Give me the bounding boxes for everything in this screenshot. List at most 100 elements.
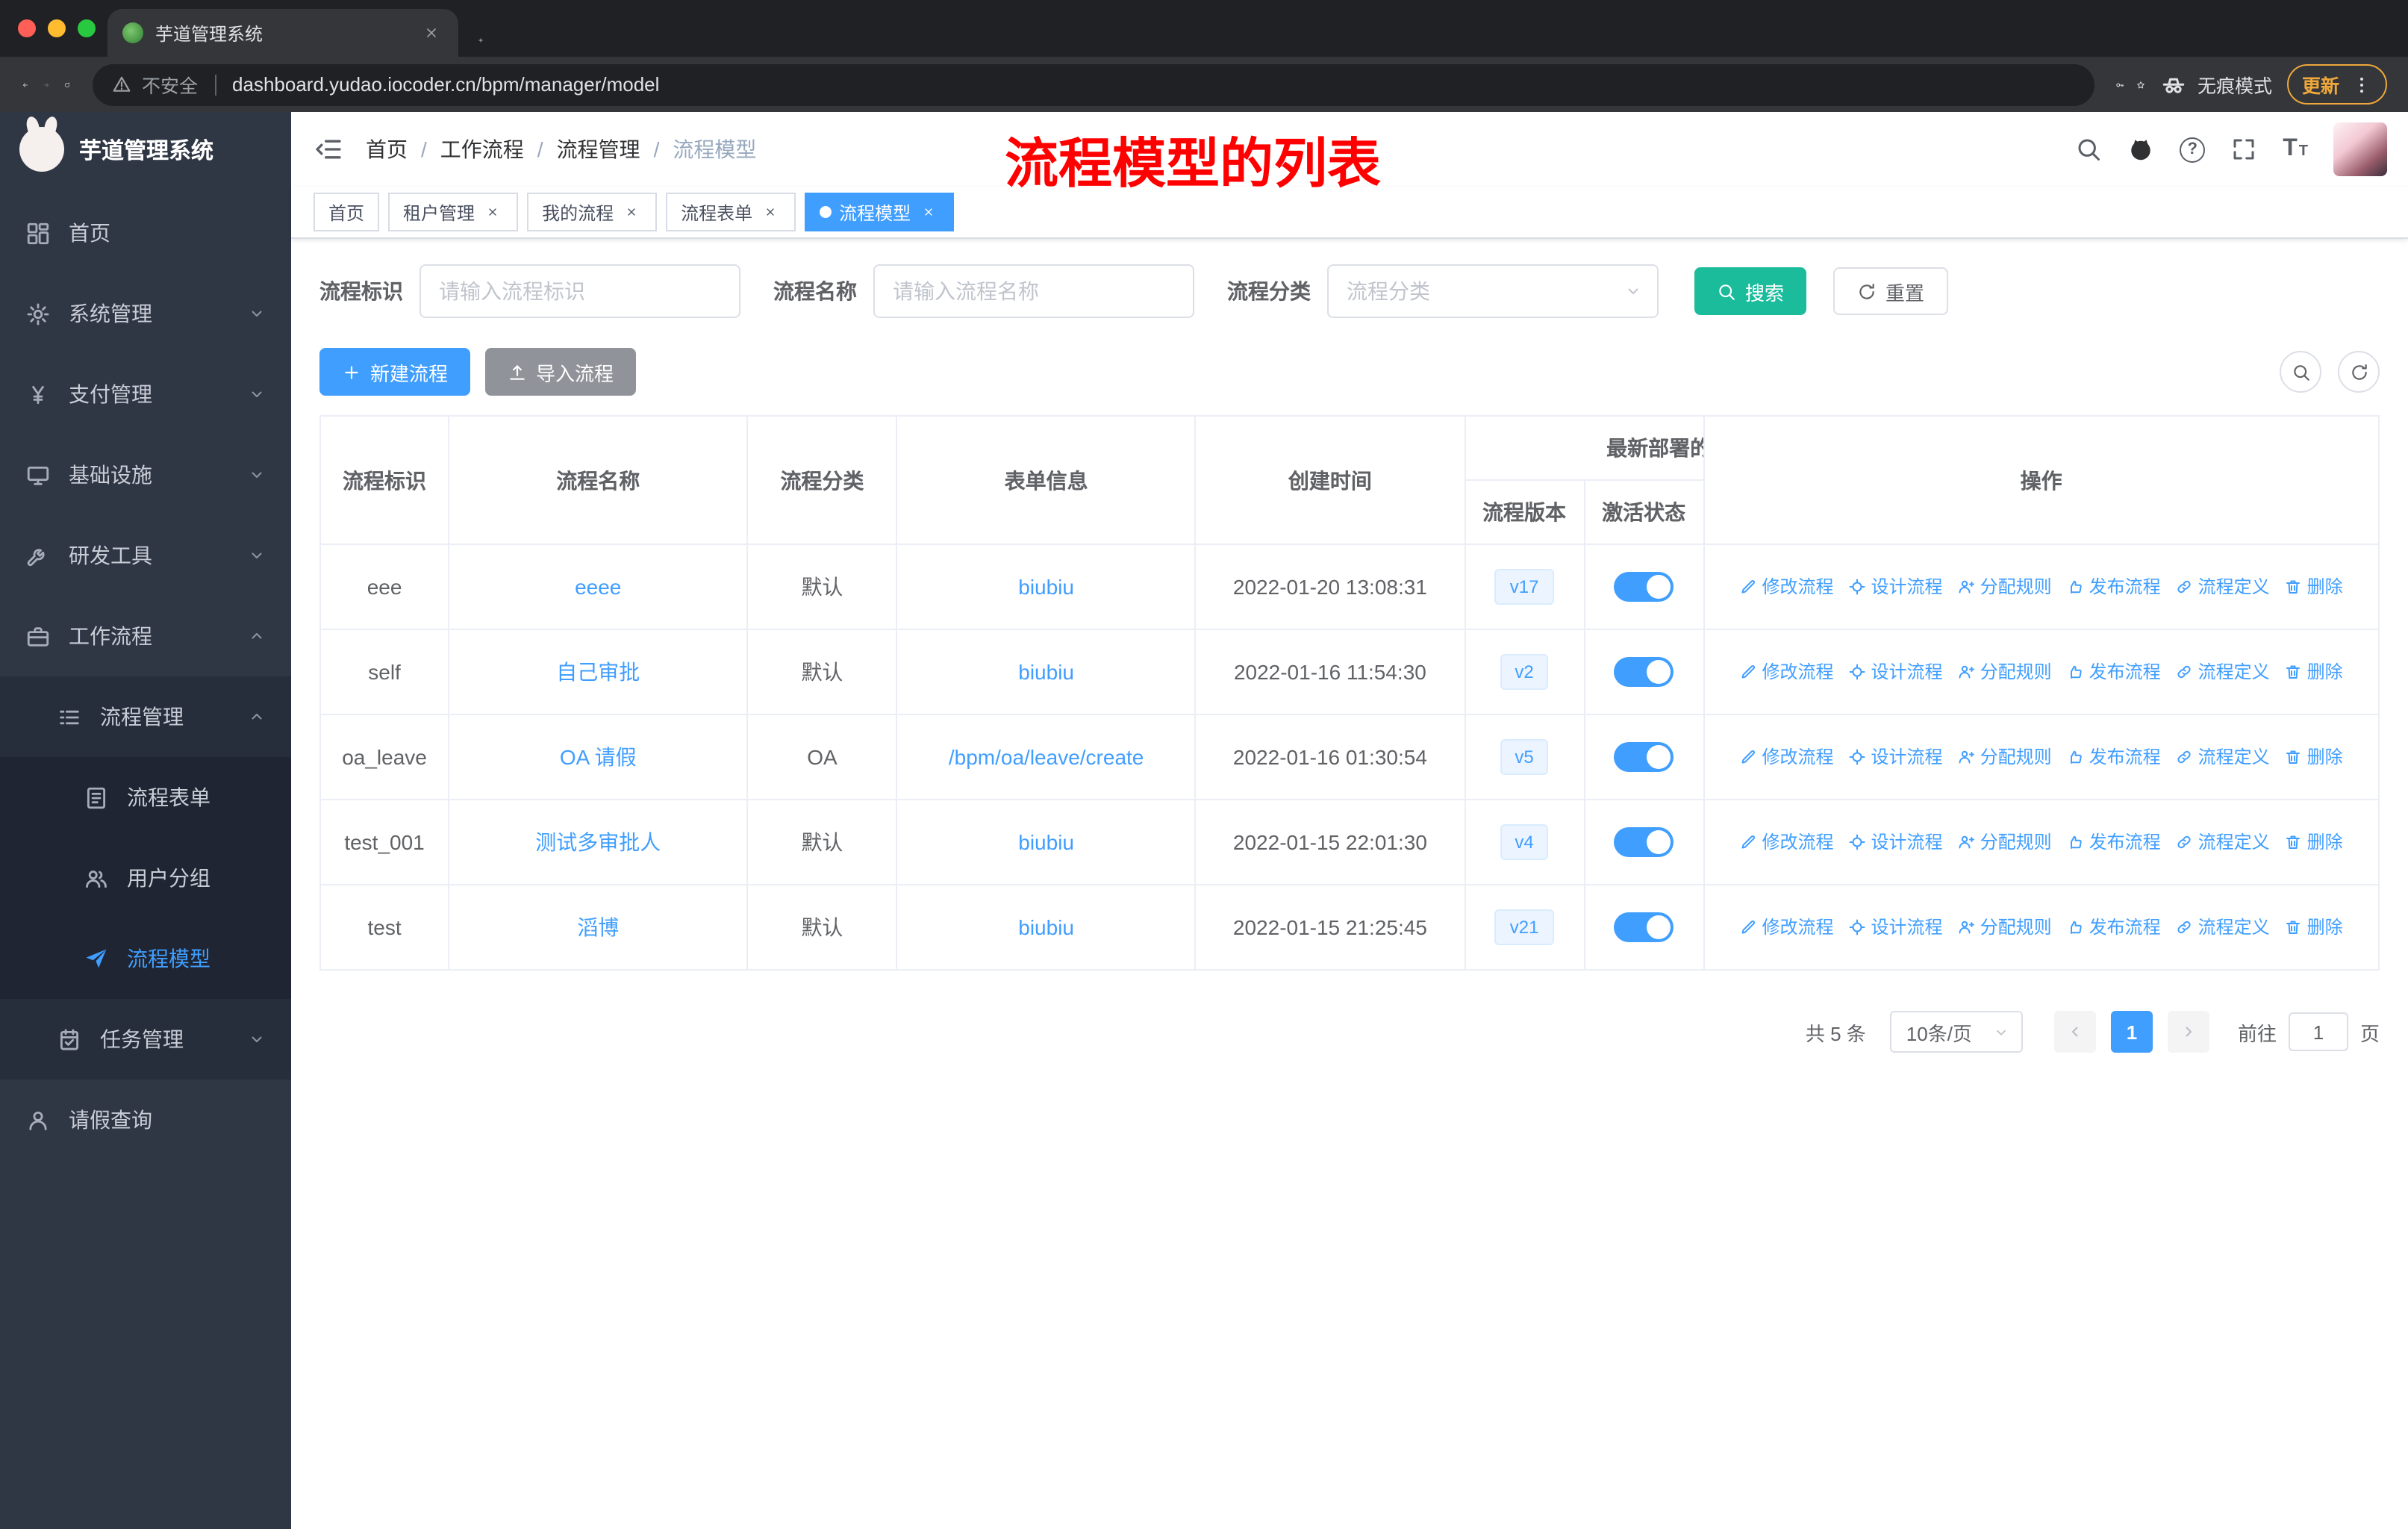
- tag-tenant-management[interactable]: 租户管理: [388, 193, 519, 231]
- process-name-link[interactable]: 自己审批: [556, 660, 640, 684]
- sidebar-item-process-model[interactable]: 流程模型: [0, 918, 291, 999]
- close-icon[interactable]: [760, 202, 781, 222]
- process-definition-action[interactable]: 流程定义: [2176, 574, 2270, 600]
- user-avatar[interactable]: [2333, 122, 2387, 176]
- assign-rule-action[interactable]: 分配规则: [1958, 659, 2052, 685]
- design-process-action[interactable]: 设计流程: [1849, 574, 1943, 600]
- close-icon[interactable]: [918, 202, 939, 222]
- window-close-button[interactable]: [18, 19, 36, 37]
- delete-action[interactable]: 删除: [2285, 574, 2343, 600]
- process-name-input[interactable]: [873, 264, 1194, 318]
- page-size-select[interactable]: 10条/页: [1889, 1011, 2023, 1053]
- active-status-toggle[interactable]: [1614, 912, 1674, 942]
- form-info-link[interactable]: /bpm/oa/leave/create: [949, 745, 1144, 769]
- key-icon[interactable]: [2109, 74, 2130, 95]
- modify-process-action[interactable]: 修改流程: [1740, 915, 1834, 940]
- sidebar-item-user-group[interactable]: 用户分组: [0, 838, 291, 918]
- design-process-action[interactable]: 设计流程: [1849, 829, 1943, 855]
- design-process-action[interactable]: 设计流程: [1849, 744, 1943, 770]
- delete-action[interactable]: 删除: [2285, 829, 2343, 855]
- design-process-action[interactable]: 设计流程: [1849, 659, 1943, 685]
- delete-action[interactable]: 删除: [2285, 744, 2343, 770]
- goto-page-input[interactable]: [2288, 1012, 2348, 1051]
- sidebar-item-leave-query[interactable]: 请假查询: [0, 1080, 291, 1160]
- toggle-search-button[interactable]: [2280, 351, 2321, 393]
- new-tab-button[interactable]: [470, 30, 491, 51]
- sidebar-item-workflow[interactable]: 工作流程: [0, 596, 291, 676]
- sidebar-item-process-management[interactable]: 流程管理: [0, 676, 291, 757]
- fullscreen-icon[interactable]: [2230, 136, 2257, 163]
- sidebar-item-process-form[interactable]: 流程表单: [0, 757, 291, 838]
- delete-action[interactable]: 删除: [2285, 659, 2343, 685]
- process-definition-action[interactable]: 流程定义: [2176, 915, 2270, 940]
- update-button[interactable]: 更新: [2286, 64, 2387, 105]
- modify-process-action[interactable]: 修改流程: [1740, 744, 1834, 770]
- form-info-link[interactable]: biubiu: [1018, 830, 1074, 854]
- active-status-toggle[interactable]: [1614, 827, 1674, 857]
- tag-process-form[interactable]: 流程表单: [666, 193, 796, 231]
- process-definition-action[interactable]: 流程定义: [2176, 744, 2270, 770]
- sidebar-item-home[interactable]: 首页: [0, 193, 291, 273]
- import-process-button[interactable]: 导入流程: [485, 348, 637, 396]
- active-status-toggle[interactable]: [1614, 657, 1674, 687]
- sidebar-item-system-management[interactable]: 系统管理: [0, 273, 291, 354]
- github-icon[interactable]: [2127, 136, 2154, 163]
- sidebar-item-dev-tools[interactable]: 研发工具: [0, 515, 291, 596]
- modify-process-action[interactable]: 修改流程: [1740, 829, 1834, 855]
- publish-process-action[interactable]: 发布流程: [2067, 915, 2161, 940]
- process-category-select[interactable]: 流程分类: [1327, 264, 1659, 318]
- form-info-link[interactable]: biubiu: [1018, 915, 1074, 939]
- refresh-table-button[interactable]: [2338, 351, 2380, 393]
- tab-close-icon[interactable]: [419, 21, 443, 45]
- process-name-link[interactable]: OA 请假: [560, 745, 637, 769]
- create-process-button[interactable]: 新建流程: [319, 348, 471, 396]
- close-icon[interactable]: [482, 202, 503, 222]
- assign-rule-action[interactable]: 分配规则: [1958, 829, 2052, 855]
- back-icon[interactable]: [15, 74, 36, 95]
- publish-process-action[interactable]: 发布流程: [2067, 659, 2161, 685]
- publish-process-action[interactable]: 发布流程: [2067, 744, 2161, 770]
- active-status-toggle[interactable]: [1614, 572, 1674, 602]
- modify-process-action[interactable]: 修改流程: [1740, 574, 1834, 600]
- form-info-link[interactable]: biubiu: [1018, 575, 1074, 599]
- page-1-button[interactable]: 1: [2110, 1011, 2153, 1053]
- next-page-button[interactable]: [2167, 1011, 2209, 1053]
- window-zoom-button[interactable]: [78, 19, 96, 37]
- font-size-icon[interactable]: T: [2283, 137, 2308, 161]
- design-process-action[interactable]: 设计流程: [1849, 915, 1943, 940]
- star-icon[interactable]: [2130, 74, 2151, 95]
- forward-icon[interactable]: [36, 74, 57, 95]
- reset-button[interactable]: 重置: [1833, 267, 1949, 315]
- url-bar[interactable]: 不安全 dashboard.yudao.iocoder.cn/bpm/manag…: [93, 63, 2094, 105]
- process-name-link[interactable]: 滔博: [577, 915, 619, 939]
- assign-rule-action[interactable]: 分配规则: [1958, 574, 2052, 600]
- sidebar-item-payment-management[interactable]: 支付管理: [0, 354, 291, 435]
- window-minimize-button[interactable]: [48, 19, 66, 37]
- search-button[interactable]: 搜索: [1694, 267, 1807, 315]
- modify-process-action[interactable]: 修改流程: [1740, 659, 1834, 685]
- tag-my-process[interactable]: 我的流程: [527, 193, 658, 231]
- publish-process-action[interactable]: 发布流程: [2067, 829, 2161, 855]
- more-menu-icon[interactable]: [2351, 74, 2372, 95]
- sidebar-item-infrastructure[interactable]: 基础设施: [0, 435, 291, 515]
- assign-rule-action[interactable]: 分配规则: [1958, 744, 2052, 770]
- prev-page-button[interactable]: [2053, 1011, 2096, 1053]
- process-definition-action[interactable]: 流程定义: [2176, 829, 2270, 855]
- form-info-link[interactable]: biubiu: [1018, 660, 1074, 684]
- tag-home[interactable]: 首页: [314, 193, 380, 231]
- sidebar-collapse-icon[interactable]: [314, 134, 343, 164]
- sidebar-item-task-management[interactable]: 任务管理: [0, 999, 291, 1080]
- process-id-input[interactable]: [419, 264, 740, 318]
- tag-process-model[interactable]: 流程模型: [805, 193, 955, 231]
- active-status-toggle[interactable]: [1614, 742, 1674, 772]
- delete-action[interactable]: 删除: [2285, 915, 2343, 940]
- search-icon[interactable]: [2075, 136, 2102, 163]
- publish-process-action[interactable]: 发布流程: [2067, 574, 2161, 600]
- browser-tab[interactable]: 芋道管理系统: [107, 9, 458, 57]
- help-icon[interactable]: ?: [2180, 137, 2206, 162]
- breadcrumb-home[interactable]: 首页: [366, 134, 408, 164]
- process-name-link[interactable]: eeee: [575, 575, 621, 599]
- assign-rule-action[interactable]: 分配规则: [1958, 915, 2052, 940]
- process-name-link[interactable]: 测试多审批人: [535, 830, 661, 854]
- reload-icon[interactable]: [57, 74, 78, 95]
